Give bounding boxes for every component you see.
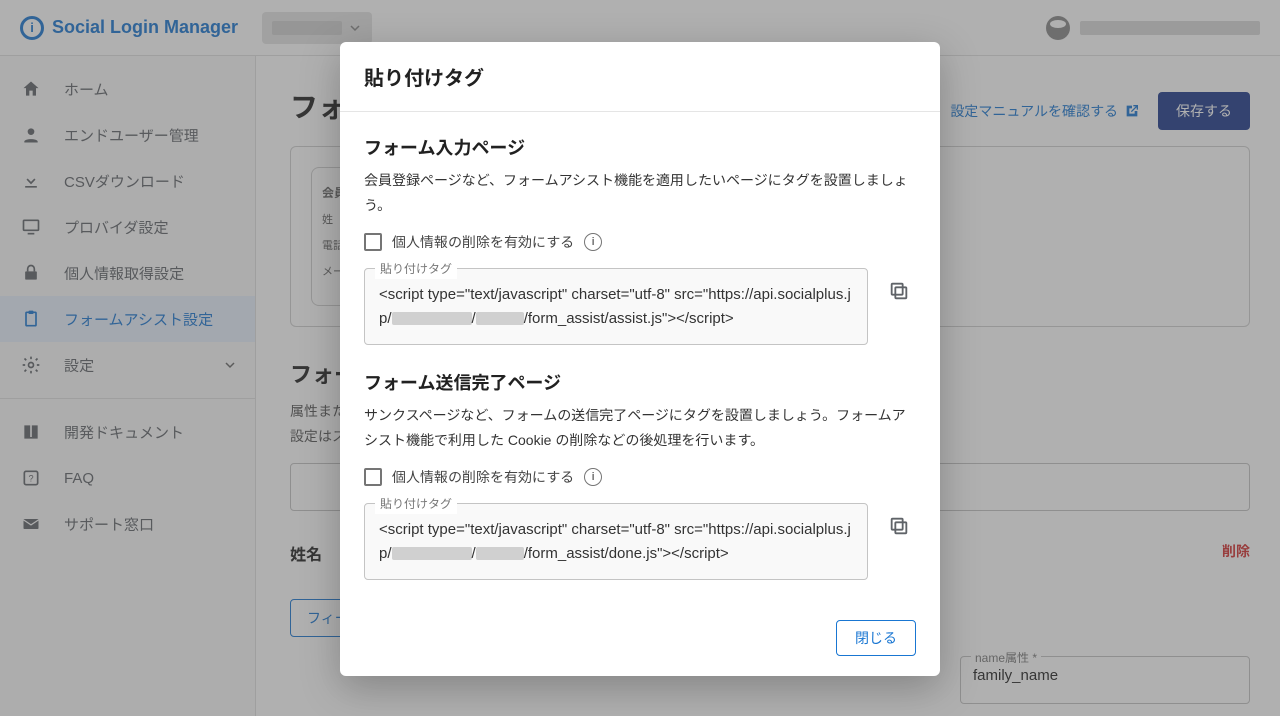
- code-text: ipt>: [709, 310, 734, 327]
- copy-button[interactable]: [882, 509, 916, 543]
- copy-button[interactable]: [882, 274, 916, 308]
- modal-section-title-input-page: フォーム入力ページ: [364, 134, 916, 160]
- copy-icon: [888, 280, 910, 302]
- code-label: 貼り付けタグ: [375, 495, 457, 514]
- modal-section-desc: 会員登録ページなど、フォームアシスト機能を適用したいページにタグを設置しましょう…: [364, 168, 916, 218]
- info-icon[interactable]: i: [584, 233, 602, 251]
- delete-personal-info-checkbox[interactable]: [364, 468, 382, 486]
- modal-section-desc: サンクスページなど、フォームの送信完了ページにタグを設置しましょう。フォームアシ…: [364, 403, 916, 453]
- checkbox-row: 個人情報の削除を有効にする i: [364, 467, 916, 487]
- close-button[interactable]: 閉じる: [836, 620, 916, 656]
- code-text: /form_assist/done.js"></scr: [524, 545, 704, 562]
- modal-section-title-done-page: フォーム送信完了ページ: [364, 369, 916, 395]
- copy-icon: [888, 515, 910, 537]
- delete-personal-info-checkbox[interactable]: [364, 233, 382, 251]
- paste-tag-modal: 貼り付けタグ フォーム入力ページ 会員登録ページなど、フォームアシスト機能を適用…: [340, 42, 940, 676]
- code-text: ipt>: [704, 545, 729, 562]
- modal-body: フォーム入力ページ 会員登録ページなど、フォームアシスト機能を適用したいページに…: [340, 112, 940, 604]
- code-snippet-done-page[interactable]: 貼り付けタグ <script type="text/javascript" ch…: [364, 503, 868, 580]
- code-label: 貼り付けタグ: [375, 260, 457, 279]
- code-snippet-input-page[interactable]: 貼り付けタグ <script type="text/javascript" ch…: [364, 268, 868, 345]
- checkbox-label: 個人情報の削除を有効にする: [392, 232, 574, 252]
- checkbox-label: 個人情報の削除を有効にする: [392, 467, 574, 487]
- checkbox-row: 個人情報の削除を有効にする i: [364, 232, 916, 252]
- modal-footer: 閉じる: [340, 604, 940, 676]
- info-icon[interactable]: i: [584, 468, 602, 486]
- code-text: /form_assist/assist.js"></scr: [524, 310, 709, 327]
- modal-title: 貼り付けタグ: [340, 42, 940, 112]
